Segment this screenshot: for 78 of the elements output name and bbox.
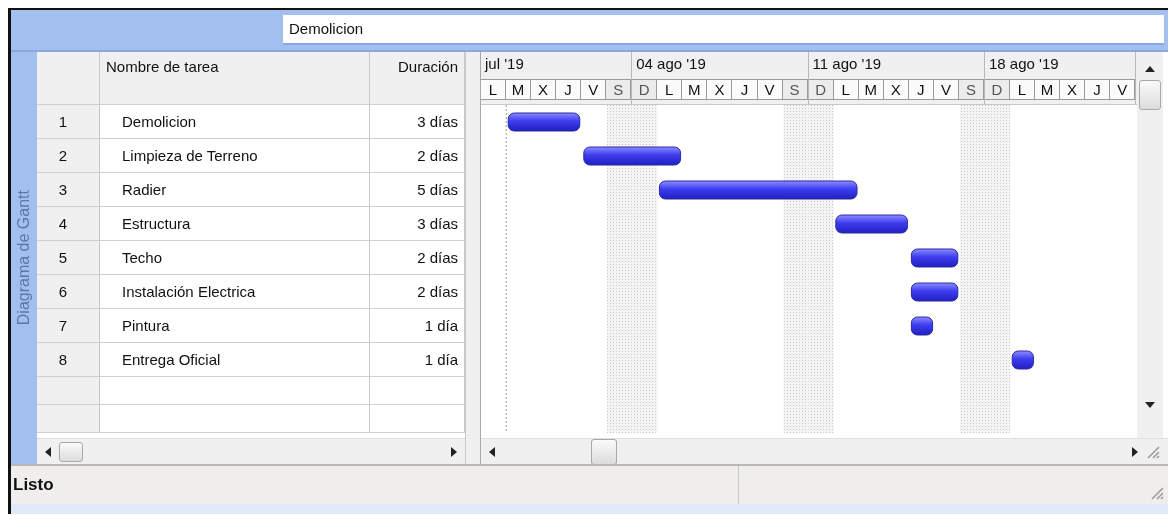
table-cell: 2 días [370,241,465,275]
table-cell: 1 día [370,309,465,343]
table-cell: 3 días [370,207,465,241]
table-cell: Entrega Oficial [100,343,370,377]
day-label: V [757,79,783,100]
status-text: Listo [12,475,54,495]
resize-grip-icon[interactable] [1146,444,1160,459]
day-label: L [481,79,507,100]
row-number[interactable]: 3 [37,173,100,207]
resize-grip-icon[interactable] [1150,486,1164,500]
task-bar[interactable] [910,248,959,268]
day-label: S [782,79,808,100]
table-cell: 2 días [370,275,465,309]
view-label: Diagrama de Gantt [15,190,33,326]
day-label: L [833,79,859,100]
scroll-right-icon[interactable] [1132,446,1138,457]
day-label: V [581,79,607,100]
day-label: M [682,79,708,100]
row-number[interactable]: 7 [37,309,100,343]
table-cell: Pintura [100,309,370,343]
day-label: X [1060,79,1086,100]
table-cell: Demolicion [100,105,370,139]
day-label: M [858,79,884,100]
task-bar[interactable] [658,180,858,200]
row-number[interactable]: 5 [37,241,100,275]
column-header[interactable]: Nombre de tarea [100,52,370,105]
day-label: V [933,79,959,100]
table-cell: Techo [100,241,370,275]
day-label: D [984,79,1010,100]
week-label: 11 ago '19 [811,54,883,74]
day-label: J [732,79,758,100]
table-cell: 5 días [370,173,465,207]
scroll-up-icon[interactable] [1145,66,1155,72]
entry-field[interactable]: Demolicion [283,15,1164,45]
day-label: D [808,79,834,100]
day-label: L [657,79,683,100]
day-label: J [908,79,934,100]
row-number[interactable]: 6 [37,275,100,309]
scrollbar-thumb[interactable] [591,438,617,465]
table-cell: 2 días [370,139,465,173]
day-label: M [1035,79,1061,100]
row-number[interactable]: 8 [37,343,100,377]
column-header[interactable]: Duración [370,52,465,105]
table-cell: 3 días [370,105,465,139]
task-bar[interactable] [507,112,581,132]
task-bar[interactable] [910,282,959,302]
day-label: L [1010,79,1036,100]
day-label: S [958,79,984,100]
table-cell: Estructura [100,207,370,241]
day-label: X [883,79,909,100]
day-label: J [1085,79,1111,100]
day-label: X [531,79,557,100]
scroll-left-icon[interactable] [45,446,51,457]
scroll-right-icon[interactable] [451,446,457,457]
day-label: V [1110,79,1136,100]
task-bar[interactable] [835,214,908,234]
week-label: jul '19 [483,54,525,74]
week-label: 04 ago '19 [635,54,707,74]
day-label: D [632,79,658,100]
table-cell: 1 día [370,343,465,377]
task-bar[interactable] [910,316,934,336]
day-label: M [506,79,532,100]
table-cell: Instalación Electrica [100,275,370,309]
row-number[interactable]: 2 [37,139,100,173]
day-label: J [556,79,582,100]
row-number[interactable]: 4 [37,207,100,241]
task-bar[interactable] [583,146,682,166]
table-cell: Radier [100,173,370,207]
scroll-down-icon[interactable] [1145,402,1155,408]
task-bar[interactable] [1011,350,1034,370]
scrollbar-thumb[interactable] [59,441,83,462]
table-cell: Limpieza de Terreno [100,139,370,173]
scrollbar-thumb[interactable] [1139,80,1161,110]
day-label: X [707,79,733,100]
row-number[interactable]: 1 [37,105,100,139]
scroll-left-icon[interactable] [489,446,495,457]
week-label: 18 ago '19 [987,54,1060,74]
day-label: S [606,79,632,100]
